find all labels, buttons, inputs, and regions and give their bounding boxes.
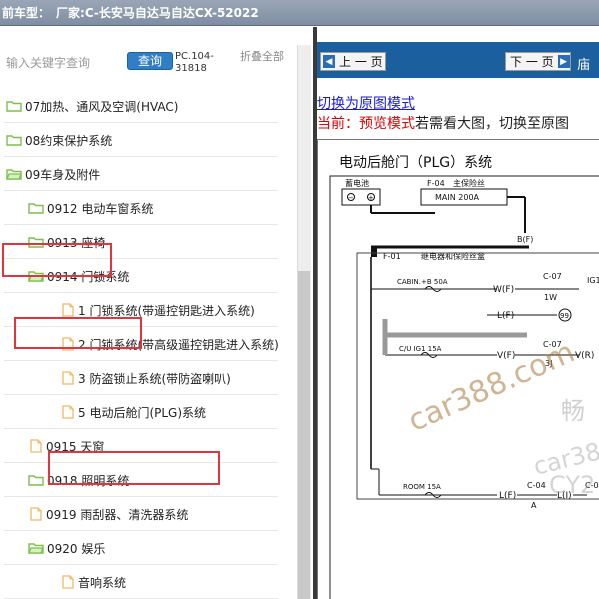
tree-item-label: 0920 娱乐 bbox=[47, 541, 106, 556]
prev-page-label: 上 一 页 bbox=[339, 55, 383, 69]
watermark: 畅 bbox=[561, 397, 585, 425]
left-panel: 查询 PC.104-31818 折叠全部 07加热、通风及空调(HVAC) 08… bbox=[0, 27, 313, 599]
main-fuse-title: 主保险丝 bbox=[453, 178, 485, 188]
collapse-all-button[interactable]: 折叠全部 bbox=[240, 51, 284, 63]
vr-label: V(R) bbox=[575, 351, 594, 361]
more-link[interactable]: 庙 bbox=[577, 54, 599, 73]
status-hint: 若需看大图，切换至原图 bbox=[415, 116, 569, 132]
c07-label: C-07 bbox=[543, 272, 562, 281]
page-nav-bar: ◀ 上 一 页 下 一 页 ▶ 庙 bbox=[317, 42, 599, 78]
ring-99-label: 99 bbox=[560, 312, 569, 320]
document-icon bbox=[62, 371, 74, 385]
tree-item[interactable]: 09车身及附件 bbox=[0, 157, 296, 191]
arrow-right-icon: ▶ bbox=[557, 55, 570, 68]
folder-open-icon bbox=[28, 543, 44, 554]
tree-item-label: 09车身及附件 bbox=[25, 167, 101, 182]
tree-item-label: 音响系统 bbox=[78, 575, 127, 590]
title-label: 前车型： bbox=[2, 6, 51, 20]
highlight-box bbox=[14, 317, 142, 349]
status-prefix: 当前： bbox=[317, 116, 359, 132]
svg-text:+: + bbox=[368, 194, 374, 202]
tree-item[interactable]: 5 电动后舱门(PLG)系统 bbox=[0, 395, 296, 429]
document-icon bbox=[30, 439, 42, 453]
watermark: CY2 bbox=[549, 471, 596, 499]
folder-icon bbox=[6, 101, 22, 112]
switch-original-link[interactable]: 切换为原图模式 bbox=[317, 93, 415, 113]
lf-label: L(F) bbox=[497, 311, 514, 321]
tree-item[interactable]: 0912 电动车窗系统 bbox=[0, 191, 296, 225]
arrow-left-icon: ◀ bbox=[323, 55, 335, 68]
tree-item[interactable]: 0919 雨刮器、清洗器系统 bbox=[0, 497, 296, 531]
query-button[interactable]: 查询 bbox=[127, 52, 173, 70]
tree-item-label: 5 电动后舱门(PLG)系统 bbox=[78, 405, 207, 420]
folder-icon bbox=[6, 135, 22, 146]
battery-label: 蓄电池 bbox=[345, 178, 369, 188]
tree-item-label: 07加热、通风及空调(HVAC) bbox=[25, 99, 179, 114]
next-page-button[interactable]: 下 一 页 ▶ bbox=[505, 52, 571, 71]
folder-icon bbox=[28, 475, 44, 486]
c04-label: C-04 bbox=[527, 481, 546, 490]
highlight-box bbox=[48, 451, 220, 485]
folder-open-icon bbox=[6, 169, 22, 180]
ig1-label: IG1 bbox=[587, 276, 599, 285]
view-mode-status: 当前：预览模式若需看大图，切换至原图 bbox=[317, 113, 569, 133]
tree-item-label: 0919 雨刮器、清洗器系统 bbox=[46, 507, 189, 522]
title-bar: 前车型： 厂家:C-长安马自达马自达CX-52022 bbox=[0, 0, 599, 26]
document-icon bbox=[62, 405, 74, 419]
search-bar: 查询 PC.104-31818 折叠全部 bbox=[0, 27, 313, 91]
highlight-box bbox=[2, 243, 112, 277]
search-input[interactable] bbox=[6, 53, 124, 73]
tree-item-label: 1 门锁系统(带遥控钥匙进入系统) bbox=[78, 303, 255, 318]
bf-label: B(F) bbox=[517, 235, 533, 244]
prev-page-button[interactable]: ◀ 上 一 页 bbox=[320, 52, 386, 71]
viewer-panel: ◀ 上 一 页 下 一 页 ▶ 庙 切换为原图模式 当前：预览模式若需看大图，切换至… bbox=[317, 27, 599, 599]
lf2-label: L(F) bbox=[499, 491, 516, 501]
tree-item-label: 3 防盗锁止系统(带防盗喇叭) bbox=[78, 371, 231, 386]
scrollbar-thumb[interactable] bbox=[298, 271, 310, 599]
a-label: A bbox=[531, 501, 537, 510]
tree-item[interactable]: 08约束保护系统 bbox=[0, 123, 296, 157]
tree-item[interactable]: 0920 娱乐 bbox=[0, 531, 296, 565]
cabin-fuse-label: CABIN.+B 50A bbox=[397, 278, 448, 286]
document-icon bbox=[62, 575, 74, 589]
tree-item[interactable]: 07加热、通风及空调(HVAC) bbox=[0, 89, 296, 123]
tree-item-label: 0912 电动车窗系统 bbox=[47, 201, 154, 216]
cu-fuse-label: C/U IG1 15A bbox=[399, 345, 442, 353]
document-icon bbox=[62, 303, 74, 317]
f04-label: F-04 bbox=[427, 179, 445, 188]
room-fuse-label: ROOM 15A bbox=[403, 483, 441, 491]
pc-code: PC.104-31818 bbox=[175, 51, 214, 74]
vehicle-model: 厂家:C-长安马自达马自达CX-52022 bbox=[56, 6, 259, 20]
main-fuse-label: MAIN 200A bbox=[435, 193, 480, 202]
tree-item-label: 08约束保护系统 bbox=[25, 133, 113, 148]
tree-item[interactable]: 音响系统 bbox=[0, 565, 296, 599]
wf-label: W(F) bbox=[493, 285, 514, 295]
document-icon bbox=[30, 507, 42, 521]
status-mode: 预览模式 bbox=[359, 116, 415, 132]
tree-item[interactable]: 3 防盗锁止系统(带防盗喇叭) bbox=[0, 361, 296, 395]
folder-icon bbox=[28, 203, 44, 214]
svg-text:−: − bbox=[348, 194, 354, 202]
w1-label: 1W bbox=[544, 293, 557, 302]
next-page-label: 下 一 页 bbox=[510, 55, 554, 69]
diagram-title: 电动后舱门（PLG）系统 bbox=[339, 155, 492, 171]
